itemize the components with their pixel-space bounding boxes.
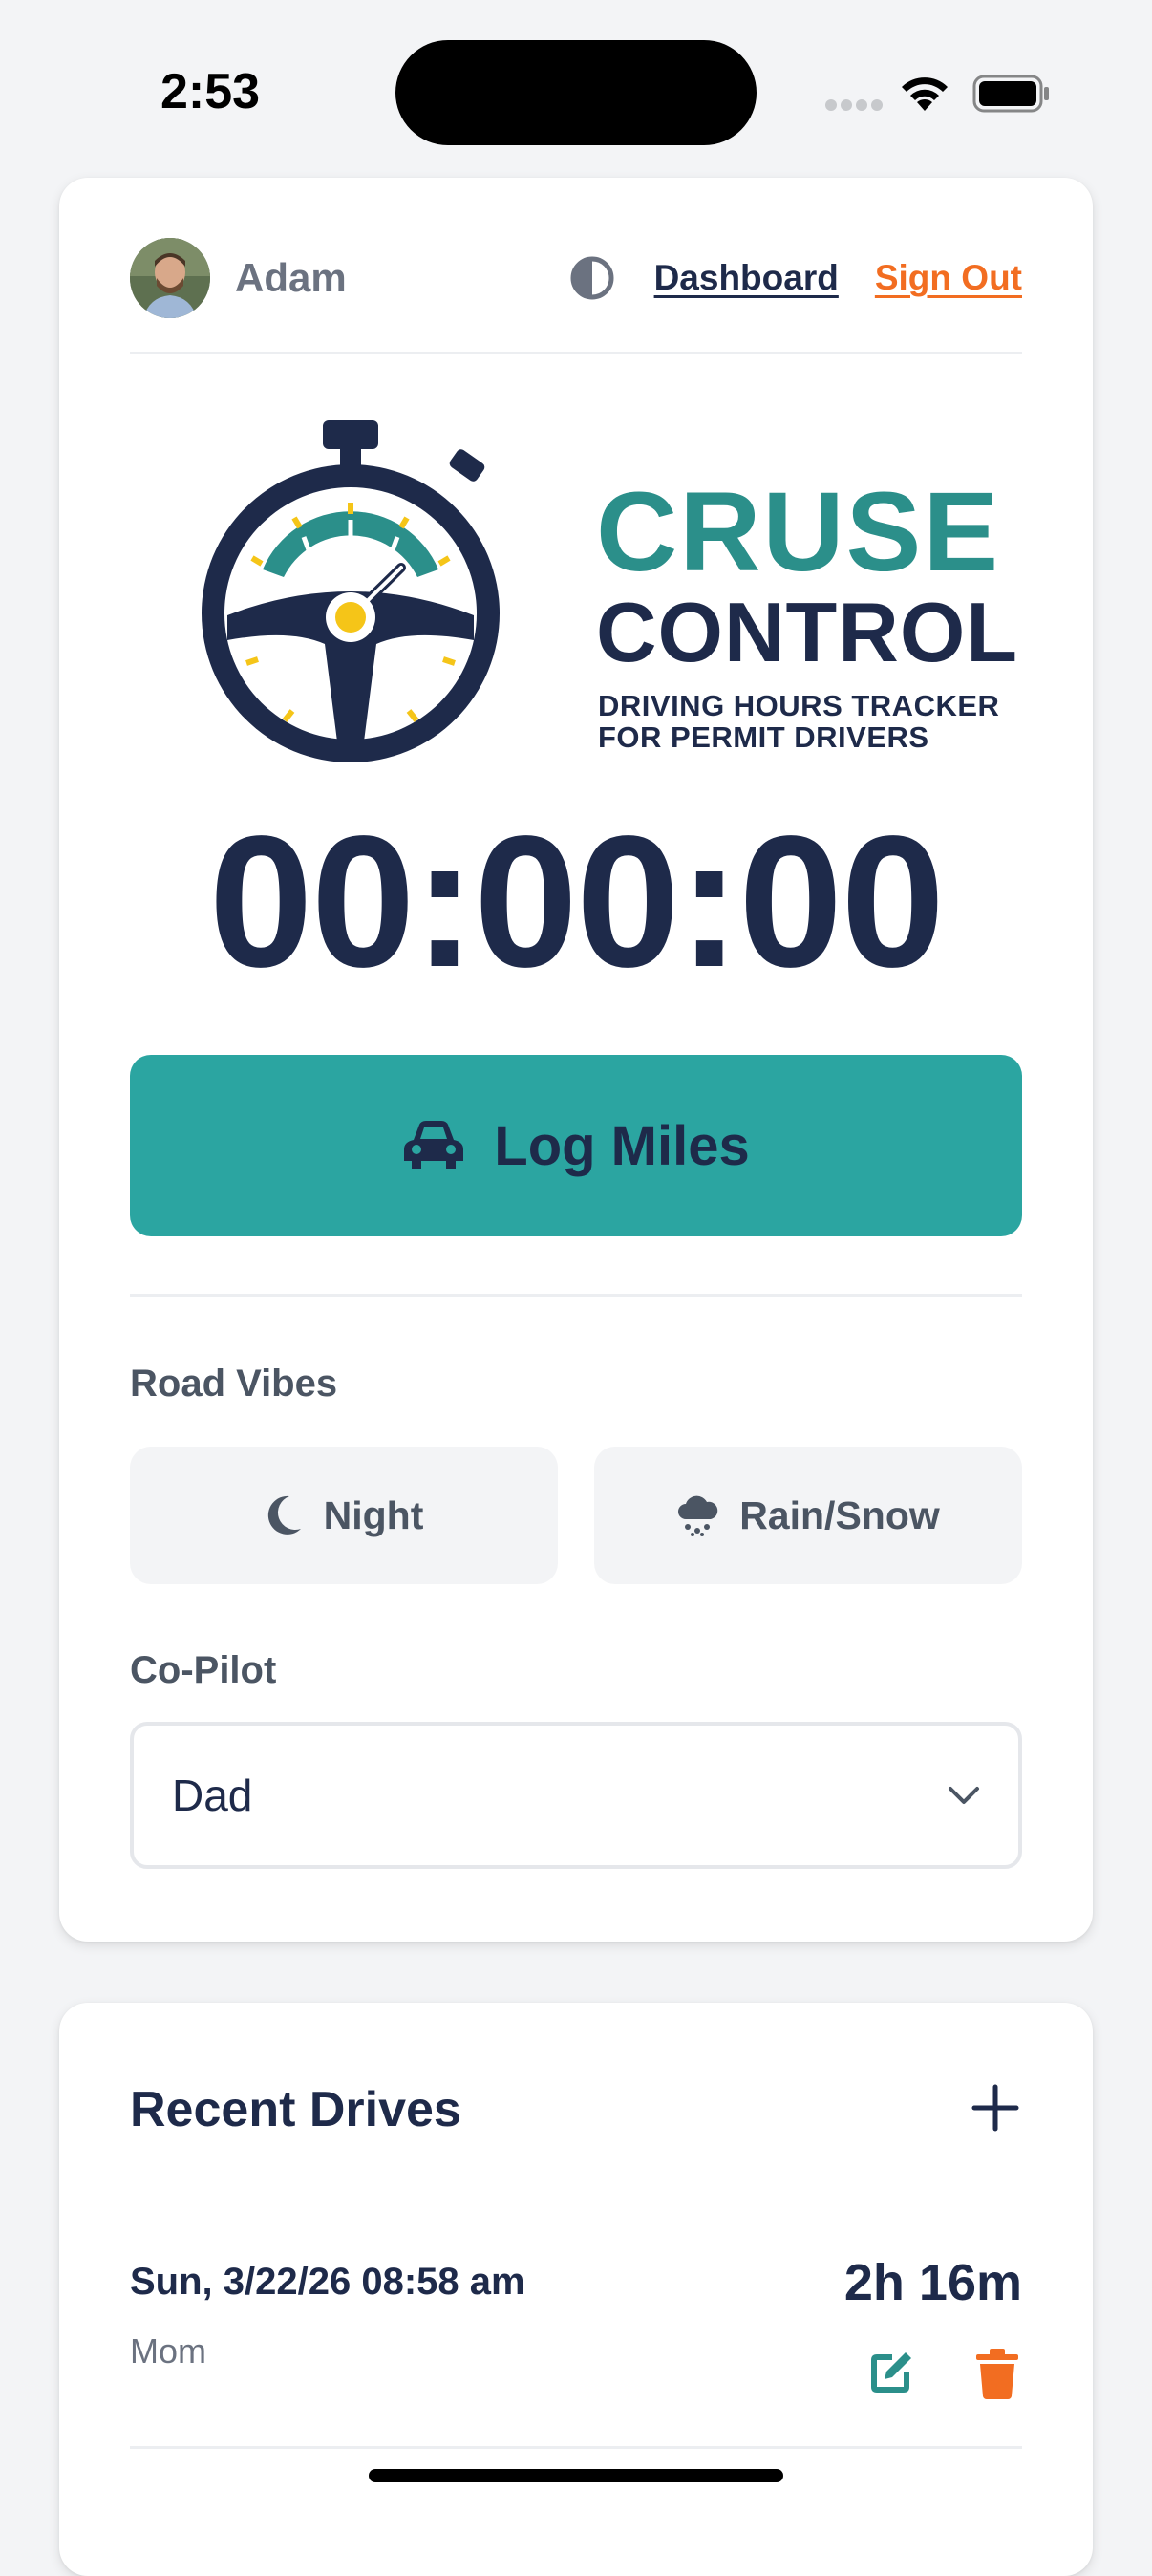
tracker-card: Adam Dashboard Sign Out CRUSE CONTROL DR… xyxy=(59,178,1093,1942)
road-vibes-label: Road Vibes xyxy=(130,1363,338,1405)
night-label: Night xyxy=(323,1492,424,1537)
home-indicator xyxy=(369,2469,783,2482)
trash-icon[interactable] xyxy=(974,2347,1020,2400)
dynamic-island xyxy=(395,40,757,145)
battery-icon xyxy=(972,75,1049,113)
logo-title-line2: CONTROL xyxy=(596,585,1019,679)
logo-subtitle: DRIVING HOURS TRACKER FOR PERMIT DRIVERS xyxy=(598,690,1037,754)
co-pilot-select[interactable]: Dad xyxy=(130,1722,1022,1869)
sign-out-link[interactable]: Sign Out xyxy=(875,258,1022,298)
app-logo: CRUSE CONTROL DRIVING HOURS TRACKER FOR … xyxy=(201,415,1032,778)
avatar[interactable] xyxy=(130,238,210,318)
drive-date: Sun, 3/22/26 08:58 am xyxy=(130,2261,525,2303)
rain-snow-label: Rain/Snow xyxy=(739,1492,940,1537)
drive-divider xyxy=(130,2446,1022,2449)
header-divider xyxy=(130,352,1022,354)
stopwatch-steering-wheel-icon xyxy=(202,420,500,762)
dashboard-link[interactable]: Dashboard xyxy=(654,258,839,298)
logo-subtitle-line1: DRIVING HOURS TRACKER xyxy=(598,689,1000,722)
wifi-icon xyxy=(902,77,948,111)
moon-icon xyxy=(267,1495,301,1535)
recent-drives-title: Recent Drives xyxy=(130,2082,461,2137)
drive-co-pilot: Mom xyxy=(130,2331,206,2371)
log-miles-button[interactable]: Log Miles xyxy=(130,1055,1022,1236)
theme-toggle-icon[interactable] xyxy=(568,254,616,302)
drive-timer: 00:00:00 xyxy=(208,797,946,1006)
status-bar: 2:53 xyxy=(0,0,1152,182)
drive-duration: 2h 16m xyxy=(843,2254,1022,2311)
co-pilot-label: Co-Pilot xyxy=(130,1649,277,1691)
co-pilot-selected-value: Dad xyxy=(172,1771,253,1820)
logo-title-line1: CRUSE xyxy=(596,469,1001,595)
cellular-signal-icon xyxy=(825,99,883,111)
user-name: Adam xyxy=(235,255,347,300)
recent-drives-card: Recent Drives Sun, 3/22/26 08:58 am Mom … xyxy=(59,2003,1093,2576)
night-toggle-button[interactable]: Night xyxy=(130,1447,558,1584)
cloud-rain-icon xyxy=(678,1495,718,1536)
rain-snow-toggle-button[interactable]: Rain/Snow xyxy=(594,1447,1022,1584)
edit-icon[interactable] xyxy=(864,2347,917,2400)
car-icon xyxy=(404,1121,464,1169)
log-miles-label: Log Miles xyxy=(494,1114,750,1177)
header: Adam Dashboard Sign Out xyxy=(130,237,1022,319)
section-divider xyxy=(130,1294,1022,1297)
status-time: 2:53 xyxy=(160,64,261,119)
add-drive-icon[interactable] xyxy=(969,2081,1022,2135)
logo-subtitle-line2: FOR PERMIT DRIVERS xyxy=(598,720,929,755)
chevron-down-icon xyxy=(949,1787,979,1804)
